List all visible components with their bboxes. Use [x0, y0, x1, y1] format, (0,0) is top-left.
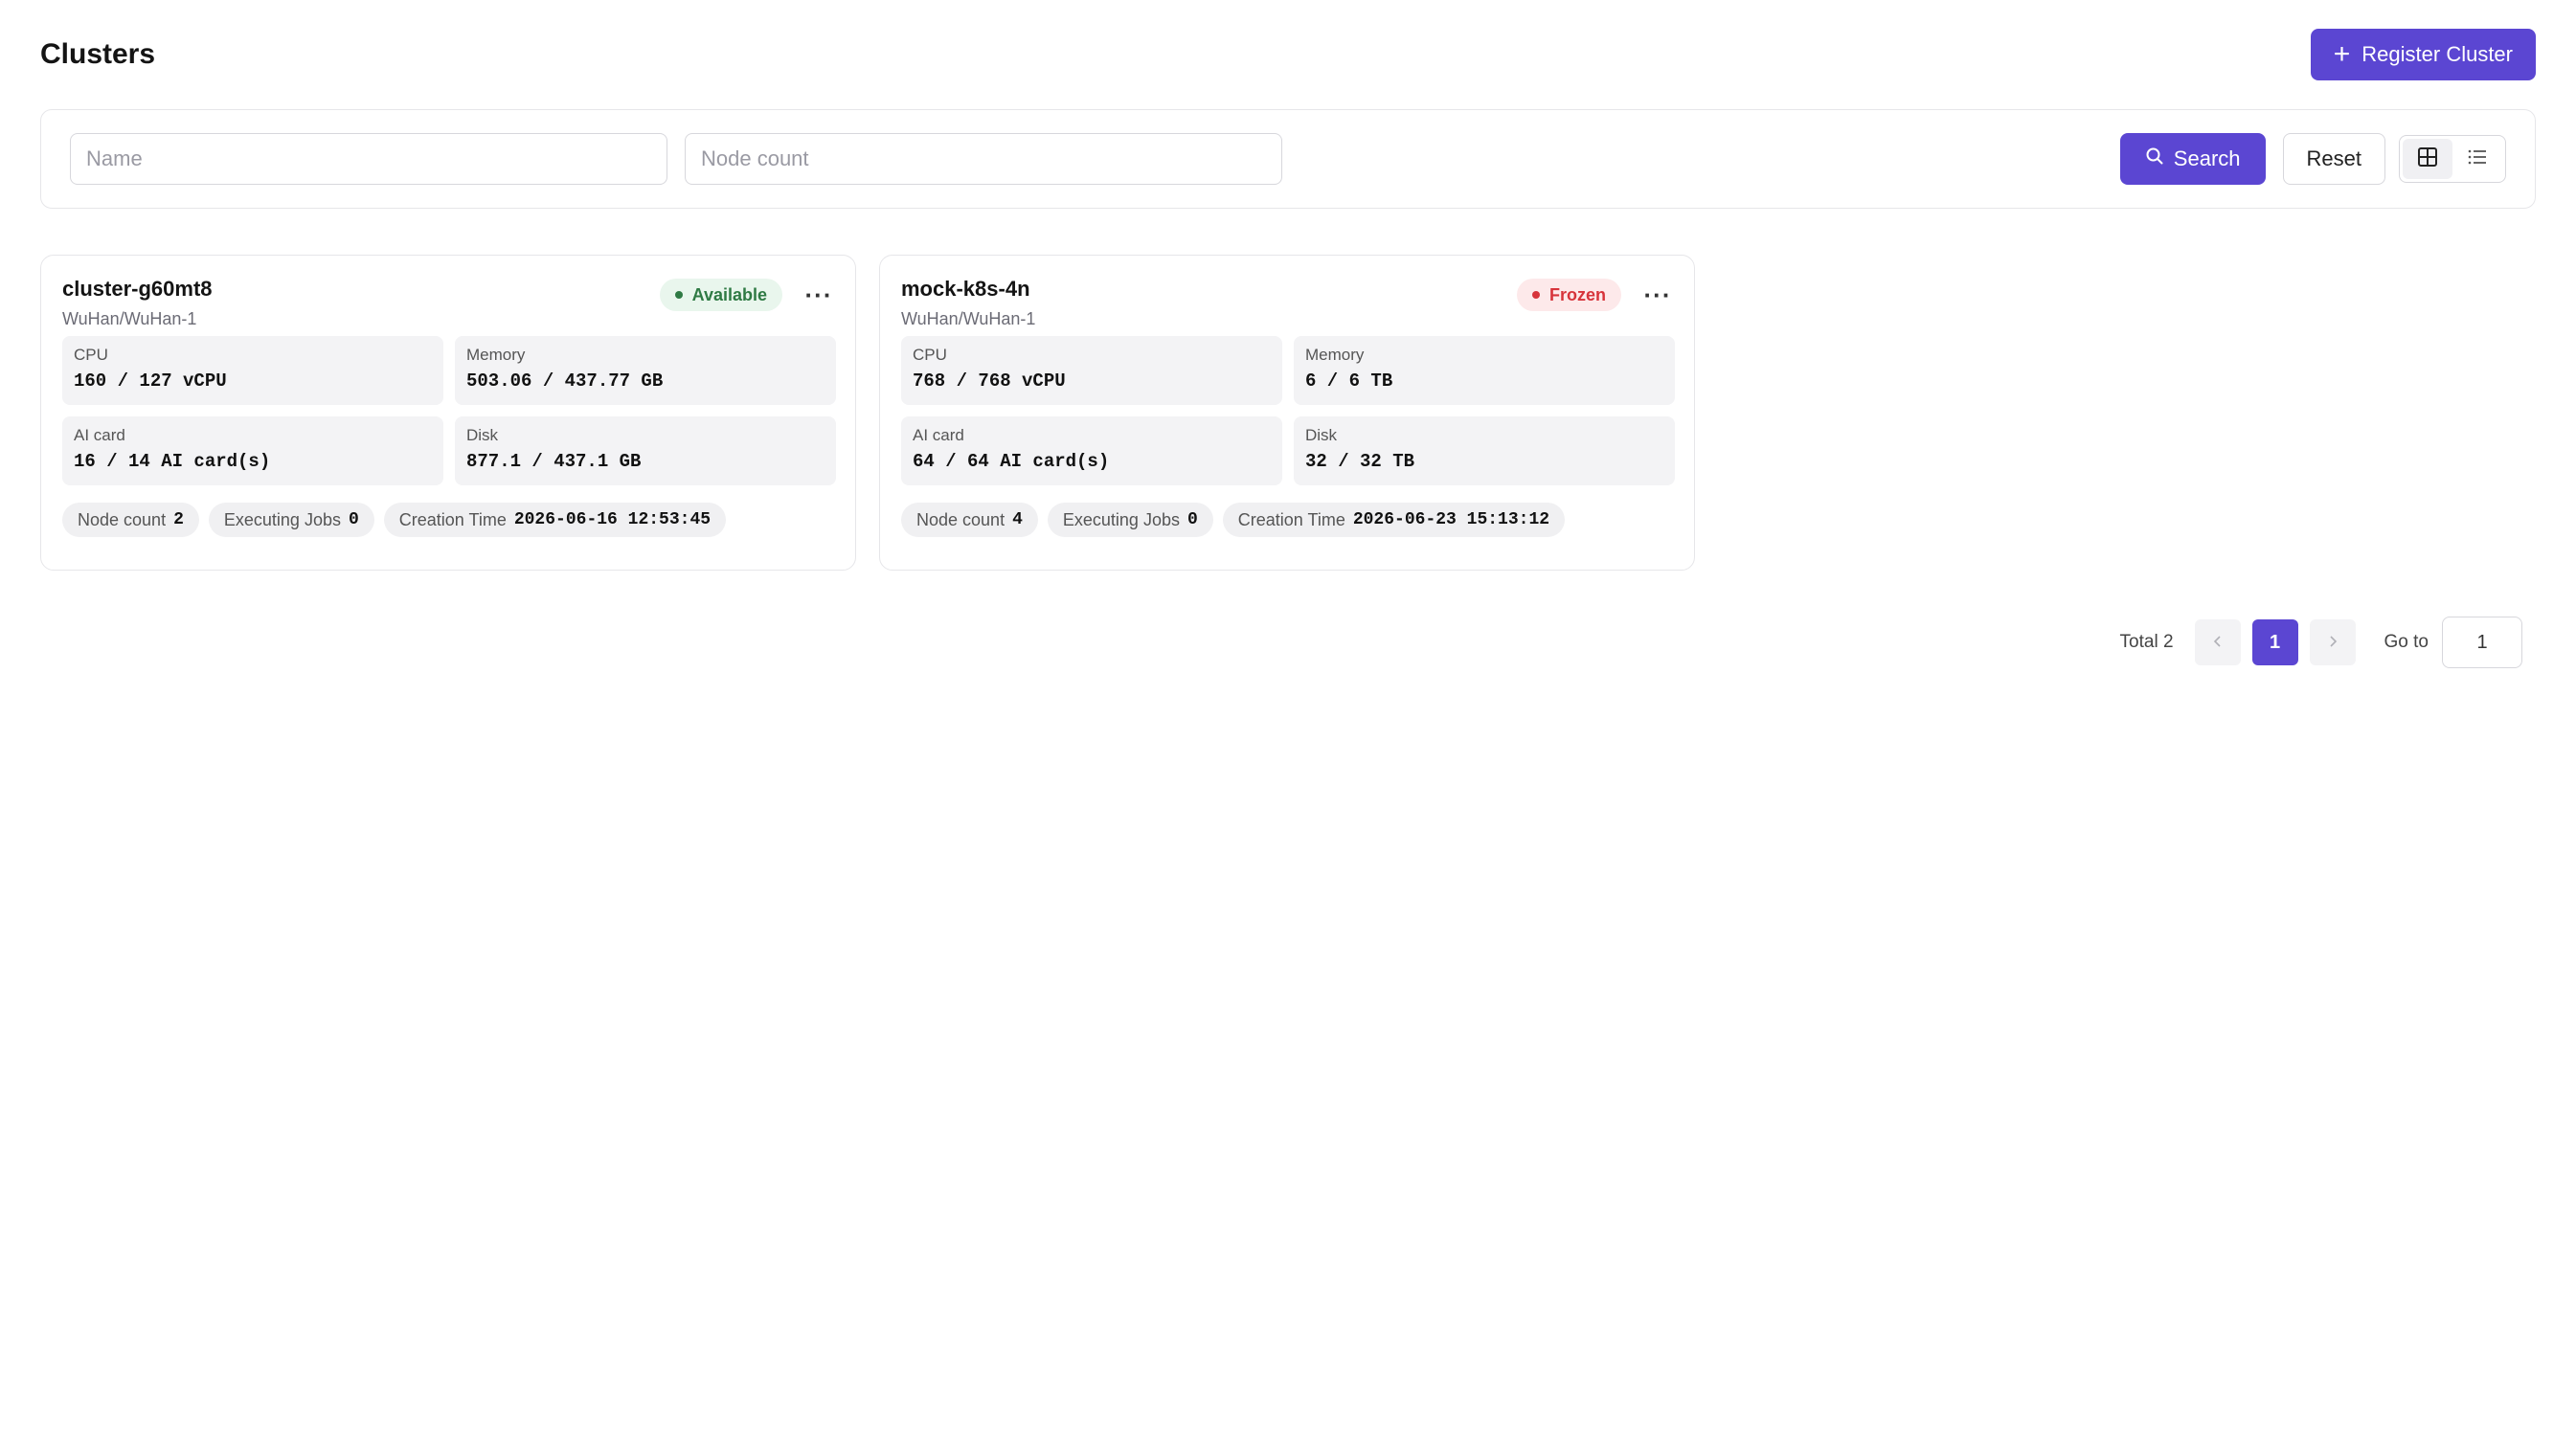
ai-card-metric: AI card 16 / 14 AI card(s) [62, 416, 443, 485]
node-count-chip: Node count 2 [62, 503, 199, 537]
more-actions-icon[interactable]: ··· [803, 282, 834, 307]
metric-label: Disk [466, 426, 499, 444]
metric-value: 6 / 6 TB [1305, 370, 1393, 392]
chip-label: Creation Time [398, 509, 507, 529]
cluster-region: WuHan/WuHan-1 [62, 309, 197, 328]
chip-label: Node count [78, 509, 167, 529]
cluster-region: WuHan/WuHan-1 [901, 309, 1036, 328]
status-badge: Available [659, 279, 782, 311]
more-actions-icon[interactable]: ··· [1642, 282, 1673, 307]
card-header-actions: Frozen ··· [1516, 279, 1673, 311]
metric-label: AI card [74, 426, 125, 444]
chevron-right-icon [2326, 632, 2339, 654]
creation-time-chip: Creation Time 2026-06-23 15:13:12 [1222, 503, 1566, 537]
executing-jobs-chip: Executing Jobs 0 [208, 503, 374, 537]
search-icon [2145, 146, 2164, 171]
pagination: Total 2 1 Go to [2120, 617, 2522, 668]
page-title: Clusters [40, 38, 156, 70]
disk-metric: Disk 877.1 / 437.1 GB [455, 416, 836, 485]
status-badge: Frozen [1516, 279, 1621, 311]
card-title-block: mock-k8s-4n WuHan/WuHan-1 [901, 277, 1035, 329]
metric-label: Memory [466, 346, 526, 364]
chip-value: 0 [348, 510, 359, 529]
status-dot-icon [1531, 291, 1540, 299]
chip-label: Executing Jobs [223, 509, 341, 529]
plus-icon: + [2333, 38, 2351, 70]
cpu-metric: CPU 768 / 768 vCPU [901, 336, 1282, 405]
page-header: Clusters + Register Cluster [40, 29, 2536, 80]
page-button-current[interactable]: 1 [2251, 619, 2298, 665]
cpu-metric: CPU 160 / 127 vCPU [62, 336, 443, 405]
chip-value: 4 [1012, 510, 1023, 529]
status-dot-icon [674, 291, 683, 299]
metric-label: Disk [1305, 426, 1338, 444]
chip-label: Node count [916, 509, 1006, 529]
metric-value: 16 / 14 AI card(s) [74, 451, 271, 472]
cluster-card[interactable]: cluster-g60mt8 WuHan/WuHan-1 Available ·… [40, 255, 856, 571]
metric-label: Memory [1305, 346, 1365, 364]
grid-icon [2417, 146, 2438, 172]
metric-value: 503.06 / 437.77 GB [466, 370, 664, 392]
chip-label: Executing Jobs [1062, 509, 1180, 529]
chip-value: 2 [173, 510, 184, 529]
metric-value: 64 / 64 AI card(s) [913, 451, 1110, 472]
card-header-actions: Available ··· [659, 279, 834, 311]
metric-value: 32 / 32 TB [1305, 451, 1415, 472]
node-count-filter-input[interactable] [685, 133, 1282, 185]
clusters-page: Clusters + Register Cluster Search Reset [0, 0, 2576, 1436]
disk-metric: Disk 32 / 32 TB [1294, 416, 1675, 485]
memory-metric: Memory 503.06 / 437.77 GB [455, 336, 836, 405]
register-cluster-label: Register Cluster [2361, 42, 2513, 66]
metric-value: 768 / 768 vCPU [913, 370, 1066, 392]
next-page-button[interactable] [2309, 619, 2356, 665]
card-header: cluster-g60mt8 WuHan/WuHan-1 Available ·… [62, 277, 834, 332]
resource-metrics: CPU 768 / 768 vCPU Memory 6 / 6 TB AI ca… [901, 336, 1675, 485]
view-toggle [2399, 135, 2506, 183]
filter-bar: Search Reset [40, 109, 2536, 209]
chip-label: Creation Time [1237, 509, 1345, 529]
chip-value: 2026-06-23 15:13:12 [1352, 510, 1550, 529]
goto-label: Go to [2384, 632, 2429, 652]
executing-jobs-chip: Executing Jobs 0 [1047, 503, 1213, 537]
list-view-button[interactable] [2452, 139, 2502, 179]
search-label: Search [2173, 146, 2241, 170]
creation-time-chip: Creation Time 2026-06-16 12:53:45 [383, 503, 727, 537]
chip-value: 2026-06-16 12:53:45 [513, 510, 712, 529]
grid-view-button[interactable] [2403, 139, 2452, 179]
cluster-name[interactable]: cluster-g60mt8 [62, 277, 213, 302]
memory-metric: Memory 6 / 6 TB [1294, 336, 1675, 405]
card-header: mock-k8s-4n WuHan/WuHan-1 Frozen ··· [901, 277, 1673, 332]
node-count-chip: Node count 4 [901, 503, 1038, 537]
total-count: Total 2 [2119, 632, 2174, 652]
card-stats: Node count 4 Executing Jobs 0 Creation T… [901, 503, 1673, 537]
card-title-block: cluster-g60mt8 WuHan/WuHan-1 [62, 277, 213, 329]
search-button[interactable]: Search [2119, 133, 2266, 185]
status-label: Available [691, 284, 767, 304]
chip-value: 0 [1186, 510, 1198, 529]
metric-label: AI card [913, 426, 964, 444]
cluster-cards: cluster-g60mt8 WuHan/WuHan-1 Available ·… [40, 255, 1695, 571]
register-cluster-button[interactable]: + Register Cluster [2310, 29, 2536, 80]
chevron-left-icon [2211, 632, 2225, 654]
metric-label: CPU [913, 346, 947, 364]
resource-metrics: CPU 160 / 127 vCPU Memory 503.06 / 437.7… [62, 336, 836, 485]
cluster-name[interactable]: mock-k8s-4n [901, 277, 1035, 302]
status-label: Frozen [1548, 284, 1606, 304]
reset-button[interactable]: Reset [2282, 133, 2385, 185]
cluster-card[interactable]: mock-k8s-4n WuHan/WuHan-1 Frozen ··· CPU… [879, 255, 1695, 571]
ai-card-metric: AI card 64 / 64 AI card(s) [901, 416, 1282, 485]
metric-label: CPU [74, 346, 108, 364]
name-filter-input[interactable] [70, 133, 667, 185]
prev-page-button[interactable] [2194, 619, 2241, 665]
metric-value: 877.1 / 437.1 GB [466, 451, 642, 472]
goto-page-input[interactable] [2442, 617, 2522, 668]
metric-value: 160 / 127 vCPU [74, 370, 227, 392]
list-icon [2467, 146, 2488, 172]
card-stats: Node count 2 Executing Jobs 0 Creation T… [62, 503, 834, 537]
